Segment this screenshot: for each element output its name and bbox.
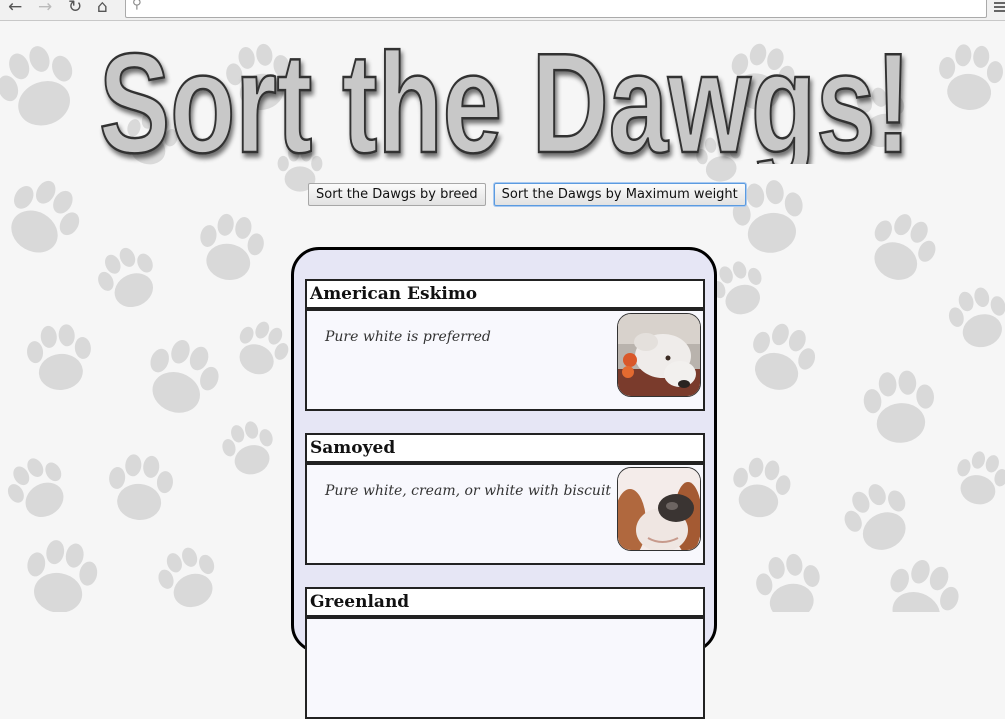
address-input[interactable]: [150, 0, 974, 17]
dog-breed-name: Greenland: [307, 589, 703, 619]
dog-nose-closeup-photo: [617, 467, 701, 551]
paw-print-icon: [158, 547, 215, 608]
reload-icon[interactable]: ↻: [68, 0, 82, 17]
dog-breed-name: Samoyed: [307, 435, 703, 465]
paw-print-icon: [150, 339, 219, 413]
forward-arrow-icon[interactable]: →: [38, 0, 52, 17]
page-title: Sort the Dawgs!: [98, 34, 913, 164]
dog-breed-name: American Eskimo: [307, 281, 703, 311]
sort-by-breed-button[interactable]: Sort the Dawgs by breed: [308, 183, 486, 206]
dog-card-body: Pure white is preferred: [307, 311, 703, 409]
menu-icon[interactable]: [994, 0, 1005, 12]
dog-card-body: Pure white, cream, or white with biscuit: [307, 465, 703, 563]
paw-print-icon: [863, 370, 934, 443]
dog-list: American Eskimo Pure white is preferred: [291, 247, 717, 719]
paw-print-icon: [98, 247, 154, 308]
paw-print-icon: [733, 457, 791, 518]
dog-card: Greenland: [305, 587, 705, 719]
sort-by-weight-button[interactable]: Sort the Dawgs by Maximum weight: [493, 183, 746, 206]
dog-card: American Eskimo Pure white is preferred: [305, 279, 705, 411]
paw-print-icon: [11, 180, 80, 253]
paw-print-icon: [890, 559, 959, 612]
paw-print-icon: [0, 46, 73, 126]
paw-print-icon: [753, 323, 816, 390]
address-bar[interactable]: ⚲: [125, 0, 987, 18]
browser-toolbar: ← → ↻ ⌂ ⚲: [0, 0, 1005, 21]
paw-print-icon: [948, 287, 1005, 348]
paw-print-icon: [239, 321, 289, 375]
paw-print-icon: [939, 44, 1003, 110]
home-icon[interactable]: ⌂: [97, 0, 108, 17]
paw-print-icon: [27, 540, 98, 612]
dog-card: Samoyed Pure white, cream, or white with…: [305, 433, 705, 565]
paw-print-icon: [200, 213, 264, 280]
page-title-text: Sort the Dawgs!: [99, 34, 911, 164]
paw-print-icon: [874, 214, 936, 280]
dog-description: Pure white, cream, or white with biscuit: [325, 483, 612, 499]
dog-card-body: [307, 619, 703, 717]
paw-print-icon: [109, 454, 173, 520]
back-arrow-icon[interactable]: ←: [8, 0, 22, 17]
dog-description: Pure white is preferred: [325, 329, 491, 345]
paw-print-icon: [756, 553, 820, 612]
paw-print-icon: [7, 458, 64, 517]
white-dog-photo: [617, 313, 701, 397]
paw-print-icon: [957, 451, 1005, 505]
paw-print-icon: [27, 324, 91, 390]
search-icon: ⚲: [132, 0, 142, 12]
sort-button-row: Sort the Dawgs by breed Sort the Dawgs b…: [308, 183, 746, 206]
paw-print-icon: [844, 484, 906, 550]
paw-print-icon: [222, 421, 273, 475]
